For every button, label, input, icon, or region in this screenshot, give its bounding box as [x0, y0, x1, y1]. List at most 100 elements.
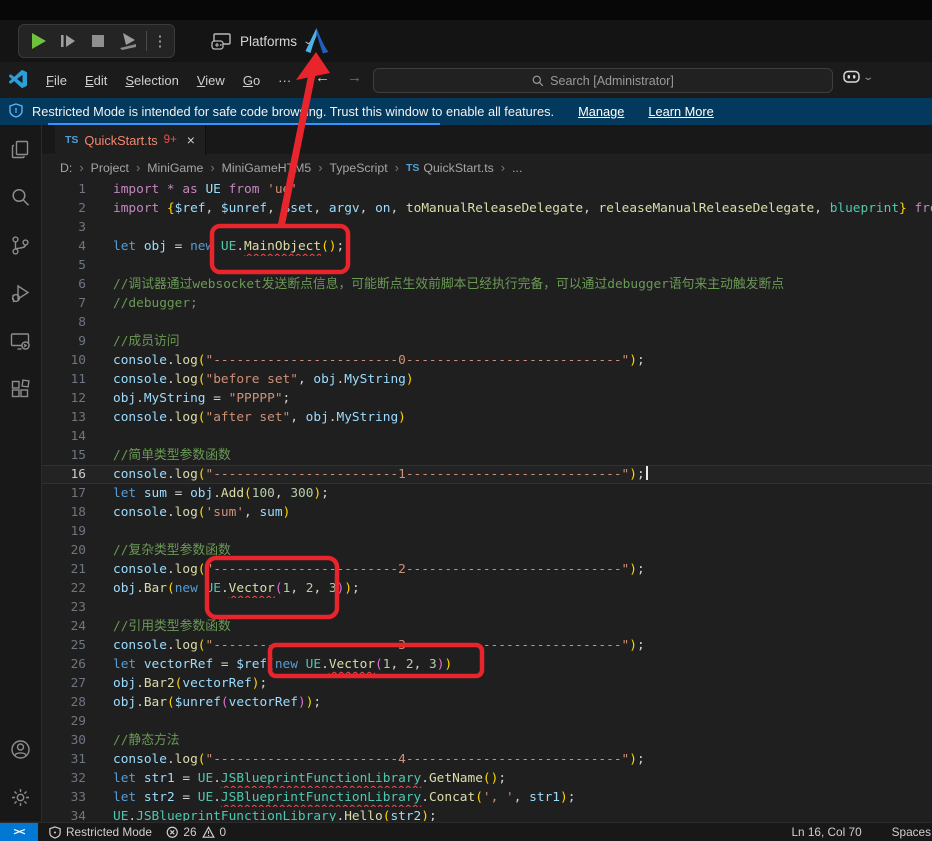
activity-extensions[interactable] [0, 365, 41, 413]
code-line[interactable]: 7//debugger; [42, 294, 932, 313]
code-line[interactable]: 16console.log("------------------------1… [42, 465, 932, 484]
activity-account[interactable] [0, 725, 41, 773]
code-line[interactable]: 28obj.Bar($unref(vectorRef)); [42, 693, 932, 712]
text-cursor [646, 466, 648, 480]
code-line[interactable]: 12obj.MyString = "PPPPP"; [42, 389, 932, 408]
activity-settings[interactable] [0, 773, 41, 821]
breadcrumb: D:›Project›MiniGame›MiniGameHTM5›TypeScr… [42, 155, 932, 180]
menu-file[interactable]: File [37, 69, 76, 92]
code-line[interactable]: 22obj.Bar(new UE.Vector(1, 2, 3)); [42, 579, 932, 598]
breadcrumb-item[interactable]: ... [512, 161, 522, 175]
code-line-text: console.log('sum', sum) [86, 503, 932, 522]
restricted-mode-status[interactable]: Restricted Mode [42, 823, 159, 841]
indent-indicator[interactable]: Spaces [885, 825, 932, 839]
code-line[interactable]: 14 [42, 427, 932, 446]
back-arrow-button[interactable]: ← [315, 69, 330, 86]
forward-arrow-button[interactable]: → [347, 69, 362, 86]
code-line[interactable]: 5 [42, 256, 932, 275]
search-icon [9, 186, 32, 209]
frame-skip-icon [58, 31, 78, 51]
code-line[interactable]: 33let str2 = UE.JSBlueprintFunctionLibra… [42, 788, 932, 807]
code-line[interactable]: 23 [42, 598, 932, 617]
code-line[interactable]: 9//成员访问 [42, 332, 932, 351]
breadcrumb-item[interactable]: D: [60, 161, 72, 175]
line-col-indicator[interactable]: Ln 16, Col 70 [784, 825, 868, 839]
breadcrumb-item[interactable]: MiniGame [147, 161, 203, 175]
breadcrumb-separator: › [395, 160, 399, 175]
activity-explorer[interactable] [0, 125, 41, 173]
code-line[interactable]: 20//复杂类型参数函数 [42, 541, 932, 560]
code-line[interactable]: 30//静态方法 [42, 731, 932, 750]
code-line[interactable]: 8 [42, 313, 932, 332]
code-line[interactable]: 3 [42, 218, 932, 237]
code-line[interactable]: 18console.log('sum', sum) [42, 503, 932, 522]
remote-indicator-button[interactable]: >< [0, 823, 38, 841]
stop-button[interactable] [83, 26, 113, 56]
problems-status[interactable]: 26 0 [159, 823, 233, 841]
code-line[interactable]: 24//引用类型参数函数 [42, 617, 932, 636]
code-line[interactable]: 11console.log("before set", obj.MyString… [42, 370, 932, 389]
code-line-text [86, 427, 932, 446]
line-number: 11 [42, 370, 86, 389]
breadcrumb-item[interactable]: TypeScript [330, 161, 388, 175]
remote-icon: >< [14, 826, 25, 838]
code-line[interactable]: 34UE.JSBlueprintFunctionLibrary.Hello(st… [42, 807, 932, 821]
copilot-menu-button[interactable]: ⌄ [843, 70, 872, 84]
platforms-dropdown[interactable]: Platforms ⌄ [211, 33, 312, 50]
code-line-text: let sum = obj.Add(100, 300); [86, 484, 932, 503]
line-number: 31 [42, 750, 86, 769]
learn-more-link[interactable]: Learn More [648, 104, 713, 119]
manage-link[interactable]: Manage [578, 104, 624, 119]
code-line[interactable]: 29 [42, 712, 932, 731]
eject-button[interactable] [113, 26, 143, 56]
code-line[interactable]: 26let vectorRef = $ref(new UE.Vector(1, … [42, 655, 932, 674]
editor-group: TS QuickStart.ts 9+ × D: › Project › MiniGam… [42, 125, 932, 821]
menu-view[interactable]: View [188, 69, 234, 92]
code-line[interactable]: 17let sum = obj.Add(100, 300); [42, 484, 932, 503]
breadcrumb-separator: › [501, 160, 505, 175]
activity-source-control[interactable] [0, 221, 41, 269]
tab-quickstart[interactable]: TS QuickStart.ts 9+ × [55, 125, 206, 155]
breadcrumb-item[interactable]: TSQuickStart.ts [406, 161, 494, 175]
window-top-strip [0, 0, 932, 20]
command-search-input[interactable]: Search [Administrator] [373, 68, 833, 93]
menu-edit[interactable]: Edit [76, 69, 116, 92]
close-icon[interactable]: × [187, 132, 195, 148]
line-number: 13 [42, 408, 86, 427]
code-line-text [86, 218, 932, 237]
line-number: 33 [42, 788, 86, 807]
activity-search[interactable] [0, 173, 41, 221]
plugin-logo[interactable] [301, 25, 333, 62]
code-line[interactable]: 1import * as UE from 'ue' [42, 180, 932, 199]
code-line[interactable]: 25console.log("------------------------3… [42, 636, 932, 655]
code-line[interactable]: 4let obj = new UE.MainObject(); [42, 237, 932, 256]
shield-icon [49, 826, 61, 839]
code-line[interactable]: 6//调试器通过websocket发送断点信息，可能断点生效前脚本已经执行完备，… [42, 275, 932, 294]
kebab-icon: ⋮ [151, 32, 169, 50]
menu-more[interactable]: ··· [269, 69, 300, 92]
code-line[interactable]: 19 [42, 522, 932, 541]
more-options-button[interactable]: ⋮ [150, 26, 170, 56]
code-line[interactable]: 31console.log("------------------------4… [42, 750, 932, 769]
code-line[interactable]: 13console.log("after set", obj.MyString) [42, 408, 932, 427]
code-line[interactable]: 27obj.Bar2(vectorRef); [42, 674, 932, 693]
activity-run-debug[interactable] [0, 269, 41, 317]
play-button[interactable] [23, 26, 53, 56]
code-line-text: obj.Bar($unref(vectorRef)); [86, 693, 932, 712]
activity-remote-explorer[interactable] [0, 317, 41, 365]
code-line[interactable]: 15//简单类型参数函数 [42, 446, 932, 465]
menu-selection[interactable]: Selection [116, 69, 187, 92]
code-line[interactable]: 10console.log("------------------------0… [42, 351, 932, 370]
frame-skip-button[interactable] [53, 26, 83, 56]
line-number: 6 [42, 275, 86, 294]
breadcrumb-item[interactable]: MiniGameHTM5 [222, 161, 312, 175]
code-line[interactable]: 21console.log("------------------------2… [42, 560, 932, 579]
breadcrumb-label: Project [91, 161, 129, 175]
code-line-text [86, 313, 932, 332]
line-number: 30 [42, 731, 86, 750]
code-line[interactable]: 32let str1 = UE.JSBlueprintFunctionLibra… [42, 769, 932, 788]
code-line[interactable]: 2import {$ref, $unref, $set, argv, on, t… [42, 199, 932, 218]
breadcrumb-item[interactable]: Project [91, 161, 129, 175]
code-editor[interactable]: 1import * as UE from 'ue'2import {$ref, … [42, 180, 932, 821]
menu-go[interactable]: Go [234, 69, 269, 92]
